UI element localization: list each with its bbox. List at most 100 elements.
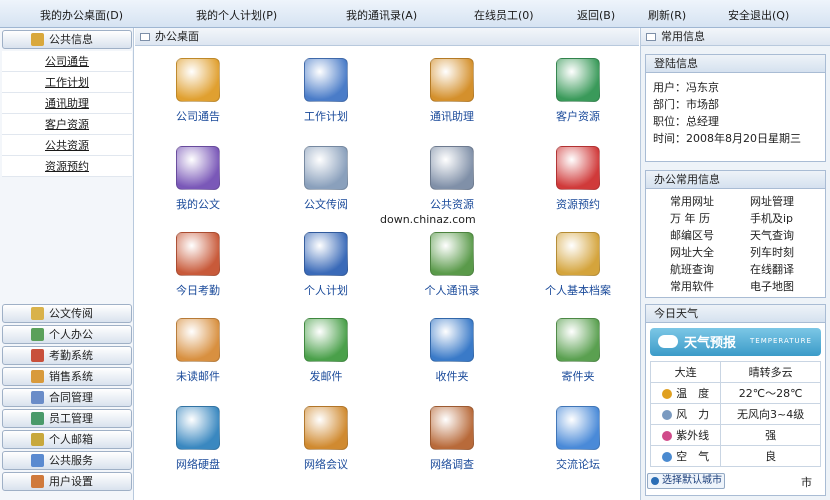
nav-contacts[interactable]: 我的通讯录(A) xyxy=(346,7,417,23)
desktop-panel-title: 办公桌面 xyxy=(135,28,639,46)
date-14-icon xyxy=(304,232,348,276)
desktop-item[interactable]: 寄件夹 xyxy=(533,318,623,398)
common-link[interactable]: 航班查询 xyxy=(670,261,714,277)
sidebar-group-staff[interactable]: 员工管理 xyxy=(2,409,132,428)
common-links-title: 办公常用信息 xyxy=(646,171,825,189)
desktop-item-label: 通讯助理 xyxy=(430,110,474,123)
nav-my-plan[interactable]: 我的个人计划(P) xyxy=(196,7,277,23)
desktop-item[interactable]: 网络会议 xyxy=(281,406,371,486)
forum-icon xyxy=(556,406,600,450)
weather-wind: 无风向3~4级 xyxy=(720,403,821,425)
sidebar-group-attendance[interactable]: 考勤系统 xyxy=(2,346,132,365)
right-sidebar: 常用信息 登陆信息 用户：冯东京 部门：市场部 职位：总经理 时间：2008年8… xyxy=(640,28,830,500)
sidebar-item-work-plan: 工作计划 xyxy=(2,72,132,93)
send-mail-icon xyxy=(304,318,348,362)
notice-icon xyxy=(176,58,220,102)
meeting-icon xyxy=(304,406,348,450)
watermark: down.chinaz.com xyxy=(380,213,476,226)
desktop-item[interactable]: 网络调查 xyxy=(407,406,497,486)
nav-refresh[interactable]: 刷新(R) xyxy=(648,7,686,23)
desktop-panel: 办公桌面 公司通告 工作计划 通讯助理 客户资源 我的公文 公文传阅 公共资源 资源预约 今日考… xyxy=(135,28,639,500)
nav-logout[interactable]: 安全退出(Q) xyxy=(728,7,789,23)
desktop-item[interactable]: 今日考勤 xyxy=(153,232,243,312)
sidebar-group-sales[interactable]: 销售系统 xyxy=(2,367,132,386)
nav-online-staff[interactable]: 在线员工(0) xyxy=(474,7,534,23)
cloud-icon xyxy=(658,335,678,348)
common-link[interactable]: 常用软件 xyxy=(670,278,714,294)
desktop-item[interactable]: 个人计划 xyxy=(281,232,371,312)
sun-icon xyxy=(662,389,673,399)
folder-icon xyxy=(31,33,44,46)
login-position: 职位：总经理 xyxy=(653,115,719,128)
common-link[interactable]: 电子地图 xyxy=(750,278,794,294)
common-link[interactable]: 天气查询 xyxy=(750,227,794,243)
weather-banner-text: 天气预报 xyxy=(684,336,737,351)
desktop-item-label: 收件夹 xyxy=(435,370,469,383)
login-time: 时间：2008年8月20日星期三 xyxy=(653,132,801,145)
clock-icon xyxy=(31,349,44,362)
sidebar-group-contracts[interactable]: 合同管理 xyxy=(2,388,132,407)
sidebar-submenu: 公司通告 工作计划 通讯助理 客户资源 公共资源 资源预约 xyxy=(0,51,134,177)
service-icon xyxy=(31,454,44,467)
common-link[interactable]: 邮编区号 xyxy=(670,227,714,243)
sidebar-group-public-info[interactable]: 公共信息 xyxy=(2,30,132,49)
sidebar-item-comm-assistant: 通讯助理 xyxy=(2,93,132,114)
desktop-item[interactable]: 未读邮件 xyxy=(153,318,243,398)
desktop-item[interactable]: 客户资源 xyxy=(533,58,623,138)
panel-icon xyxy=(646,33,656,41)
sidebar-group-mailbox[interactable]: 个人邮箱 xyxy=(2,430,132,449)
car-icon xyxy=(556,146,600,190)
desktop-item-label: 资源预约 xyxy=(556,198,600,211)
sidebar-group-personal-office[interactable]: 个人办公 xyxy=(2,325,132,344)
desktop-item-label: 今日考勤 xyxy=(176,284,220,297)
desktop-item[interactable]: 公司通告 xyxy=(153,58,243,138)
desktop-item[interactable]: 个人通讯录 xyxy=(407,232,497,312)
common-link[interactable]: 手机及ip xyxy=(750,210,793,226)
panel-icon xyxy=(140,33,150,41)
common-link[interactable]: 在线翻译 xyxy=(750,261,794,277)
desktop-item[interactable]: 发邮件 xyxy=(281,318,371,398)
common-link[interactable]: 网址管理 xyxy=(750,193,794,209)
profile-card-icon xyxy=(556,232,600,276)
desktop-item-label: 客户资源 xyxy=(556,110,600,123)
desktop-item[interactable]: 公文传阅 xyxy=(281,146,371,226)
desktop-item[interactable]: 通讯助理 xyxy=(407,58,497,138)
customer-card-icon xyxy=(556,58,600,102)
desktop-item-label: 网络调查 xyxy=(430,458,474,471)
weather-table: 大连 晴转多云 温 度 22℃～28℃ 风 力 无风向3~4级 紫外线 强 空 … xyxy=(649,361,821,467)
desktop-item[interactable]: 网络硬盘 xyxy=(153,406,243,486)
desktop-item[interactable]: 收件夹 xyxy=(407,318,497,398)
weather-banner-sub: TEMPERATURE xyxy=(750,337,812,345)
person-book-icon xyxy=(430,232,474,276)
common-link[interactable]: 常用网址 xyxy=(670,193,714,209)
common-link[interactable]: 列车时刻 xyxy=(750,244,794,260)
weather-condition: 晴转多云 xyxy=(720,361,821,383)
uv-icon xyxy=(662,431,673,441)
login-info-box: 登陆信息 用户：冯东京 部门：市场部 职位：总经理 时间：2008年8月20日星… xyxy=(645,54,826,162)
desktop-item[interactable]: 资源预约 xyxy=(533,146,623,226)
select-city-button[interactable]: 选择默认城市 xyxy=(647,473,725,489)
sidebar-item-customers: 客户资源 xyxy=(2,114,132,135)
sidebar-group-public-service[interactable]: 公共服务 xyxy=(2,451,132,470)
common-link[interactable]: 万 年 历 xyxy=(670,210,710,226)
desktop-item-label: 寄件夹 xyxy=(561,370,595,383)
desktop-item[interactable]: 工作计划 xyxy=(281,58,371,138)
sidebar-group-user-settings[interactable]: 用户设置 xyxy=(2,472,132,491)
desktop-item[interactable]: 个人基本档案 xyxy=(533,232,623,312)
desktop-item[interactable]: 我的公文 xyxy=(153,146,243,226)
nav-my-desktop[interactable]: 我的办公桌面(D) xyxy=(40,7,123,23)
weather-city: 大连 xyxy=(649,361,722,383)
sidebar-group-doc-circulation[interactable]: 公文传阅 xyxy=(2,304,132,323)
desktop-item[interactable]: 交流论坛 xyxy=(533,406,623,486)
city-suffix: 市 xyxy=(801,476,812,489)
sidebar-item-public-resources: 公共资源 xyxy=(2,135,132,156)
settings-icon xyxy=(31,475,44,488)
clock-calendar-icon xyxy=(176,232,220,276)
weather-title: 今日天气 xyxy=(646,305,825,323)
top-nav-bar: 我的办公桌面(D) 我的个人计划(P) 我的通讯录(A) 在线员工(0) 返回(… xyxy=(0,0,830,28)
nav-back[interactable]: 返回(B) xyxy=(577,7,615,23)
contract-icon xyxy=(31,391,44,404)
common-link[interactable]: 网址大全 xyxy=(670,244,714,260)
desktop-item-label: 网络硬盘 xyxy=(176,458,220,471)
desktop-item-label: 公文传阅 xyxy=(304,198,348,211)
